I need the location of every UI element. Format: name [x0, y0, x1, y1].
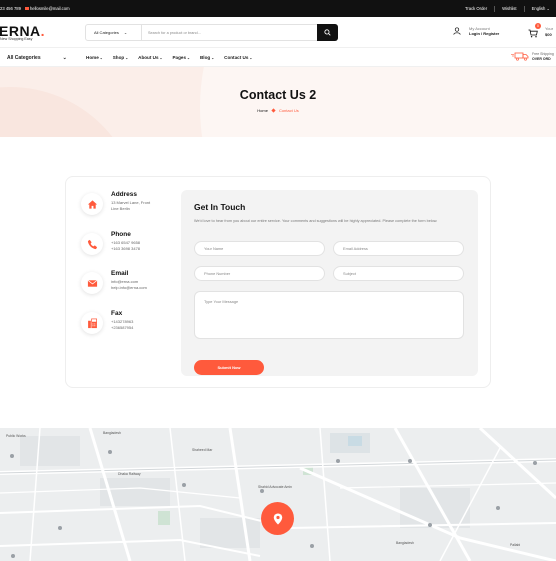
- email-input[interactable]: Email Address: [333, 241, 464, 256]
- form-description: We'd love to hear from you about our ent…: [194, 219, 438, 223]
- cart-label: Your: [545, 26, 554, 31]
- map-label: Bangladesh: [103, 431, 121, 435]
- mail-icon: [81, 272, 103, 294]
- shipping-line1: Free Shipping: [532, 52, 554, 56]
- address-info: Address 13 Marvel Lane, Front Line Berli…: [81, 191, 150, 215]
- nav-item-shop[interactable]: Shop⌄: [113, 55, 128, 60]
- track-order-link[interactable]: Track Order: [465, 6, 487, 11]
- message-textarea[interactable]: Type Your Message: [194, 291, 464, 339]
- tagline: New Shopping Easy: [0, 37, 33, 41]
- topbar-phone[interactable]: 23 456 789: [0, 6, 21, 11]
- chevron-down-icon: ⌄: [249, 56, 253, 60]
- breadcrumb-home[interactable]: Home: [257, 108, 268, 113]
- phone-title: Phone: [111, 231, 131, 238]
- divider: [494, 5, 496, 12]
- category-select[interactable]: All Categories ⌄: [86, 25, 142, 40]
- fax-title: Fax: [111, 310, 123, 317]
- search-icon: [324, 29, 331, 36]
- map-label: Bangladesh: [396, 541, 414, 545]
- location-map[interactable]: Public Works Bangladesh Shaheed Mar Dhak…: [0, 428, 556, 561]
- map-label: Shahid Advocate Amin: [258, 485, 292, 489]
- account-menu[interactable]: My Account Login / Register: [453, 26, 499, 36]
- header: ERNA. New Shopping Easy All Categories ⌄…: [0, 17, 556, 47]
- phone-info: Phone +163 6547 9658 +163 3698 3478: [81, 231, 140, 255]
- contact-form: Get In Touch We'd love to hear from you …: [181, 190, 478, 376]
- fax-number: +236587954: [111, 324, 134, 330]
- map-label: Dhaka Railway: [118, 472, 141, 476]
- chevron-down-icon: ⌄: [546, 6, 550, 11]
- email-title: Email: [111, 270, 129, 277]
- login-register-link[interactable]: Login / Register: [469, 31, 499, 36]
- address-title: Address: [111, 191, 138, 198]
- free-shipping-banner: Free Shipping OVER ORD: [511, 52, 554, 61]
- contact-card: Address 13 Marvel Lane, Front Line Berli…: [65, 176, 491, 388]
- subject-input[interactable]: Subject: [333, 266, 464, 281]
- main-nav: All Categories ⌄ Home⌄ Shop⌄ About Us⌄ P…: [0, 47, 556, 67]
- cart-count-badge: 0: [535, 23, 541, 29]
- map-label: Shaheed Mar: [192, 448, 213, 452]
- cart-icon: [528, 29, 538, 38]
- phone-number[interactable]: +163 6547 9658: [111, 240, 140, 246]
- chevron-down-icon: ⌄: [159, 56, 163, 60]
- cart-amount: $00: [545, 31, 552, 37]
- truck-icon: [511, 52, 529, 61]
- separator-icon: [271, 107, 276, 113]
- map-label: Pallabi: [510, 543, 521, 547]
- submit-button[interactable]: Submit Now: [194, 360, 264, 375]
- user-icon: [453, 27, 461, 35]
- nav-item-pages[interactable]: Pages⌄: [172, 55, 189, 60]
- address-line: 13 Marvel Lane, Front: [111, 200, 151, 205]
- shipping-line2: OVER ORD: [532, 56, 551, 61]
- cart-button[interactable]: 0 Your $00: [528, 23, 553, 43]
- hero-decoration: [200, 67, 556, 137]
- divider: [523, 5, 525, 12]
- name-input[interactable]: Your Name: [194, 241, 325, 256]
- top-bar: 23 456 789 hellosmile@mail.com Track Ord…: [0, 0, 556, 17]
- location-pin[interactable]: [261, 502, 294, 535]
- page-hero: Contact Us 2 Home Contact Us: [0, 67, 556, 137]
- chevron-down-icon: ⌄: [125, 56, 129, 60]
- phone-icon: [81, 233, 103, 255]
- fax-icon: [81, 312, 103, 334]
- map-pin-icon: [273, 513, 282, 524]
- search-bar: All Categories ⌄ Search for a product or…: [85, 24, 338, 41]
- email-address[interactable]: help.info@erna.com: [111, 285, 147, 291]
- search-button[interactable]: [317, 24, 338, 41]
- phone-input[interactable]: Phone Number: [194, 266, 325, 281]
- breadcrumb-current: Contact Us: [278, 108, 299, 113]
- wishlist-link[interactable]: Wishlist: [502, 6, 516, 11]
- chevron-down-icon: ⌄: [187, 56, 190, 60]
- nav-item-home[interactable]: Home⌄: [86, 55, 103, 60]
- language-select[interactable]: English ⌄: [532, 6, 550, 11]
- contact-page: 23 456 789 hellosmile@mail.com Track Ord…: [0, 0, 556, 561]
- chevron-down-icon: ⌄: [123, 30, 128, 35]
- fax-number: +143278963: [111, 319, 134, 324]
- nav-item-blog[interactable]: Blog⌄: [200, 55, 214, 60]
- chevron-down-icon: ⌄: [99, 56, 103, 60]
- mail-icon: [24, 7, 29, 10]
- page-title: Contact Us 2: [239, 88, 317, 102]
- chevron-down-icon: ⌄: [211, 56, 215, 60]
- fax-info: Fax +143278963 +236587954: [81, 310, 133, 334]
- home-icon: [81, 193, 103, 215]
- topbar-email[interactable]: hellosmile@mail.com: [30, 6, 70, 11]
- phone-number[interactable]: +163 3698 3478: [111, 246, 140, 252]
- search-input[interactable]: Search for a product or brand...: [148, 25, 308, 40]
- email-info: Email info@erna.com help.info@erna.com: [81, 270, 147, 294]
- breadcrumb: Home Contact Us: [0, 107, 556, 113]
- chevron-down-icon: ⌄: [62, 54, 67, 61]
- map-label: Public Works: [6, 434, 26, 438]
- map-background: [0, 428, 556, 561]
- nav-item-contact[interactable]: Contact Us⌄: [224, 55, 252, 60]
- address-line: Line Berlin: [111, 205, 130, 211]
- all-categories-dropdown[interactable]: All Categories ⌄: [7, 48, 67, 67]
- form-title: Get In Touch: [194, 202, 246, 212]
- nav-item-about[interactable]: About Us⌄: [138, 55, 162, 60]
